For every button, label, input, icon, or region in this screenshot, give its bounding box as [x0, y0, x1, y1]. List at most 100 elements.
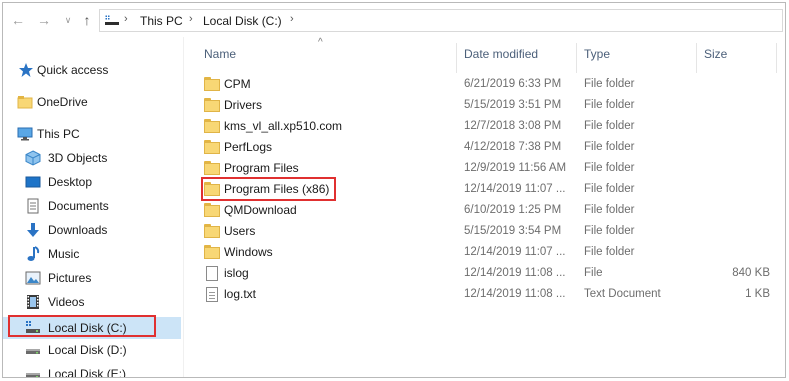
folder-icon — [204, 224, 220, 239]
file-row-windows[interactable]: Windows 12/14/2019 11:07 ... File folder — [184, 242, 785, 263]
file-date-modified: 4/12/2018 7:38 PM — [464, 141, 562, 153]
file-type: File folder — [584, 225, 635, 237]
column-header-date-modified[interactable]: Date modified — [464, 47, 538, 61]
address-bar[interactable]: › This PC › Local Disk (C:) › — [99, 9, 783, 32]
file-row-kms[interactable]: kms_vl_all.xp510.com 12/7/2018 3:08 PM F… — [184, 116, 785, 137]
column-header-size[interactable]: Size — [704, 47, 727, 61]
file-row-cpm[interactable]: CPM 6/21/2019 6:33 PM File folder — [184, 74, 785, 95]
sidebar-item-label: This PC — [37, 127, 80, 141]
file-size: 840 KB — [732, 267, 770, 279]
desktop-icon — [25, 176, 41, 188]
column-header-name[interactable]: Name — [204, 47, 236, 61]
column-divider[interactable] — [456, 43, 457, 73]
sidebar-item-label: Documents — [48, 199, 109, 213]
file-type: File folder — [584, 162, 635, 174]
file-type: File folder — [584, 246, 635, 258]
file-date-modified: 5/15/2019 3:54 PM — [464, 225, 562, 237]
file-date-modified: 12/14/2019 11:08 ... — [464, 288, 566, 300]
navigation-pane: Quick access OneDrive This PC 3D Objects… — [3, 37, 183, 378]
sidebar-item-downloads[interactable]: Downloads — [3, 219, 181, 241]
sidebar-item-local-disk-d[interactable]: Local Disk (D:) — [3, 339, 181, 361]
sidebar-item-local-disk-e[interactable]: Local Disk (E:) — [3, 363, 181, 378]
file-row-perflogs[interactable]: PerfLogs 4/12/2018 7:38 PM File folder — [184, 137, 785, 158]
breadcrumb-local-disk-c[interactable]: Local Disk (C:) — [203, 14, 282, 28]
folder-icon — [204, 119, 220, 134]
column-divider[interactable] — [776, 43, 777, 73]
recent-locations-chevron-icon[interactable]: ∨ — [60, 12, 76, 28]
file-row-drivers[interactable]: Drivers 5/15/2019 3:51 PM File folder — [184, 95, 785, 116]
back-arrow-icon[interactable]: ← — [10, 12, 26, 28]
sidebar-item-onedrive[interactable]: OneDrive — [3, 91, 181, 113]
column-divider[interactable] — [696, 43, 697, 73]
file-date-modified: 6/10/2019 1:25 PM — [464, 204, 562, 216]
breadcrumb-separator-icon[interactable]: › — [124, 13, 128, 25]
sidebar-item-label: Local Disk (D:) — [48, 343, 127, 357]
file-row-islog[interactable]: islog 12/14/2019 11:08 ... File 840 KB — [184, 263, 785, 284]
this-pc-icon — [105, 15, 119, 26]
up-arrow-icon[interactable]: ↑ — [79, 12, 95, 28]
file-row-log-txt[interactable]: log.txt 12/14/2019 11:08 ... Text Docume… — [184, 284, 785, 305]
file-date-modified: 12/14/2019 11:07 ... — [464, 246, 566, 258]
highlight-box-local-disk-c — [8, 315, 156, 337]
file-explorer-window: ← → ∨ ↑ › This PC › Local Disk (C:) › Qu… — [2, 2, 786, 378]
file-date-modified: 5/15/2019 3:51 PM — [464, 99, 562, 111]
sidebar-item-label: 3D Objects — [48, 151, 108, 165]
breadcrumb-this-pc[interactable]: This PC — [140, 14, 183, 28]
sidebar-item-pictures[interactable]: Pictures — [3, 267, 181, 289]
highlight-box-program-files-x86 — [201, 177, 336, 201]
file-type: File folder — [584, 183, 635, 195]
file-type: File folder — [584, 204, 635, 216]
sidebar-item-3d-objects[interactable]: 3D Objects — [3, 147, 181, 169]
sidebar-item-label: Quick access — [37, 63, 109, 77]
sidebar-item-quick-access[interactable]: Quick access — [3, 59, 181, 81]
folder-icon — [204, 140, 220, 155]
file-name: islog — [224, 266, 249, 280]
navigation-bar: ← → ∨ ↑ › This PC › Local Disk (C:) › — [3, 3, 785, 37]
sidebar-item-desktop[interactable]: Desktop — [3, 171, 181, 193]
pc-icon — [17, 127, 33, 141]
sidebar-item-label: Music — [48, 247, 80, 261]
forward-arrow-icon[interactable]: → — [36, 12, 52, 28]
music-icon — [27, 246, 40, 261]
file-row-program-files[interactable]: Program Files 12/9/2019 11:56 AM File fo… — [184, 158, 785, 179]
column-divider[interactable] — [576, 43, 577, 73]
sidebar-item-music[interactable]: Music — [3, 243, 181, 265]
file-size: 1 KB — [745, 288, 770, 300]
star-icon — [19, 63, 33, 77]
folder-icon — [204, 161, 220, 176]
sidebar-item-label: OneDrive — [37, 95, 88, 109]
file-type: File folder — [584, 141, 635, 153]
drive-icon — [26, 349, 40, 354]
folder-icon — [204, 98, 220, 113]
sidebar-item-label: Videos — [48, 295, 85, 309]
sidebar-item-videos[interactable]: Videos — [3, 291, 181, 313]
file-type: File folder — [584, 120, 635, 132]
file-name: CPM — [224, 77, 251, 91]
file-type: File folder — [584, 78, 635, 90]
sidebar-item-documents[interactable]: Documents — [3, 195, 181, 217]
file-row-users[interactable]: Users 5/15/2019 3:54 PM File folder — [184, 221, 785, 242]
pictures-icon — [25, 271, 41, 285]
file-name: Users — [224, 224, 256, 238]
file-icon — [204, 266, 220, 281]
file-name: kms_vl_all.xp510.com — [224, 119, 343, 133]
file-name: PerfLogs — [224, 140, 273, 154]
sidebar-item-label: Local Disk (E:) — [48, 367, 127, 378]
sidebar-item-label: Downloads — [48, 223, 108, 237]
sidebar-item-label: Pictures — [48, 271, 92, 285]
file-row-qmdownload[interactable]: QMDownload 6/10/2019 1:25 PM File folder — [184, 200, 785, 221]
folder-icon — [204, 245, 220, 260]
sidebar-item-label: Desktop — [48, 175, 93, 189]
drive-icon — [26, 373, 40, 377]
breadcrumb-separator-icon[interactable]: › — [189, 13, 193, 25]
sidebar-item-this-pc[interactable]: This PC — [3, 123, 181, 145]
file-name: Drivers — [224, 98, 262, 112]
column-header-type[interactable]: Type — [584, 47, 610, 61]
breadcrumb-separator-icon[interactable]: › — [290, 13, 294, 25]
file-date-modified: 12/14/2019 11:07 ... — [464, 183, 566, 195]
file-name: Windows — [224, 245, 273, 259]
file-date-modified: 12/7/2018 3:08 PM — [464, 120, 562, 132]
file-type: File folder — [584, 99, 635, 111]
sort-ascending-icon: ^ — [318, 37, 323, 48]
folder-icon — [204, 203, 220, 218]
